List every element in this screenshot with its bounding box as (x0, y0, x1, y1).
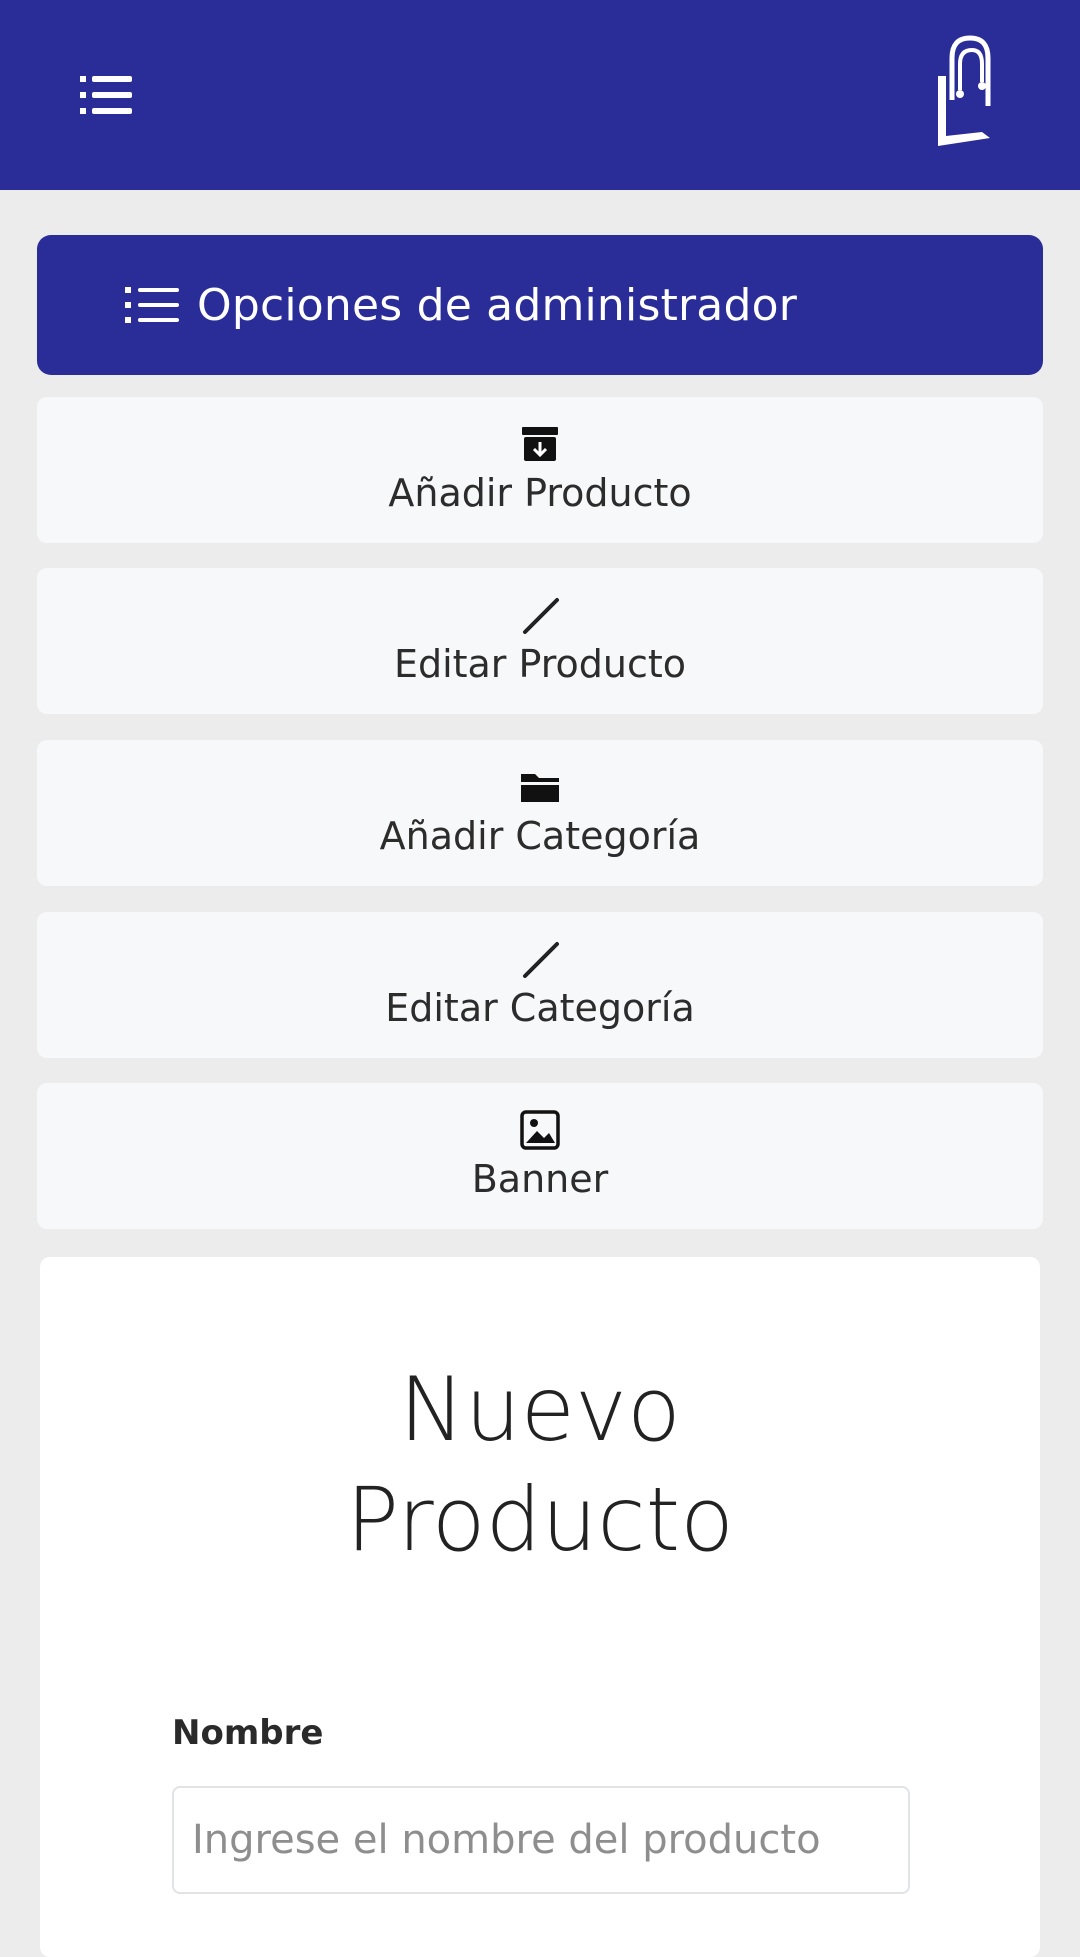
option-label: Editar Categoría (385, 986, 695, 1030)
option-edit-category[interactable]: Editar Categoría (37, 912, 1043, 1058)
top-navbar (0, 0, 1080, 190)
form-title-line: Nuevo (399, 1358, 681, 1461)
form-title: Nuevo Producto (40, 1355, 1040, 1575)
admin-options-header[interactable]: Opciones de administrador (37, 235, 1043, 375)
name-input[interactable] (172, 1786, 910, 1894)
folder-icon (521, 774, 559, 802)
option-banner[interactable]: Banner (37, 1083, 1043, 1229)
new-product-form: Nuevo Producto Nombre (40, 1257, 1040, 1957)
option-add-product[interactable]: Añadir Producto (37, 397, 1043, 543)
list-icon (125, 287, 179, 323)
option-add-category[interactable]: Añadir Categoría (37, 740, 1043, 886)
option-label: Banner (471, 1157, 609, 1201)
admin-options-title: Opciones de administrador (197, 279, 798, 331)
pencil-icon (523, 942, 559, 978)
option-label: Añadir Categoría (379, 814, 701, 858)
brand-logo[interactable] (926, 28, 998, 156)
list-icon (80, 76, 132, 114)
archive-icon (522, 427, 558, 461)
name-field-label: Nombre (172, 1713, 324, 1753)
image-icon (520, 1110, 560, 1150)
option-label: Añadir Producto (388, 471, 692, 515)
pencil-icon (523, 598, 559, 634)
shopping-bag-logo (938, 35, 991, 146)
form-title-line: Producto (346, 1468, 734, 1571)
option-edit-product[interactable]: Editar Producto (37, 568, 1043, 714)
option-label: Editar Producto (393, 642, 687, 686)
menu-toggle-button[interactable] (78, 72, 134, 118)
